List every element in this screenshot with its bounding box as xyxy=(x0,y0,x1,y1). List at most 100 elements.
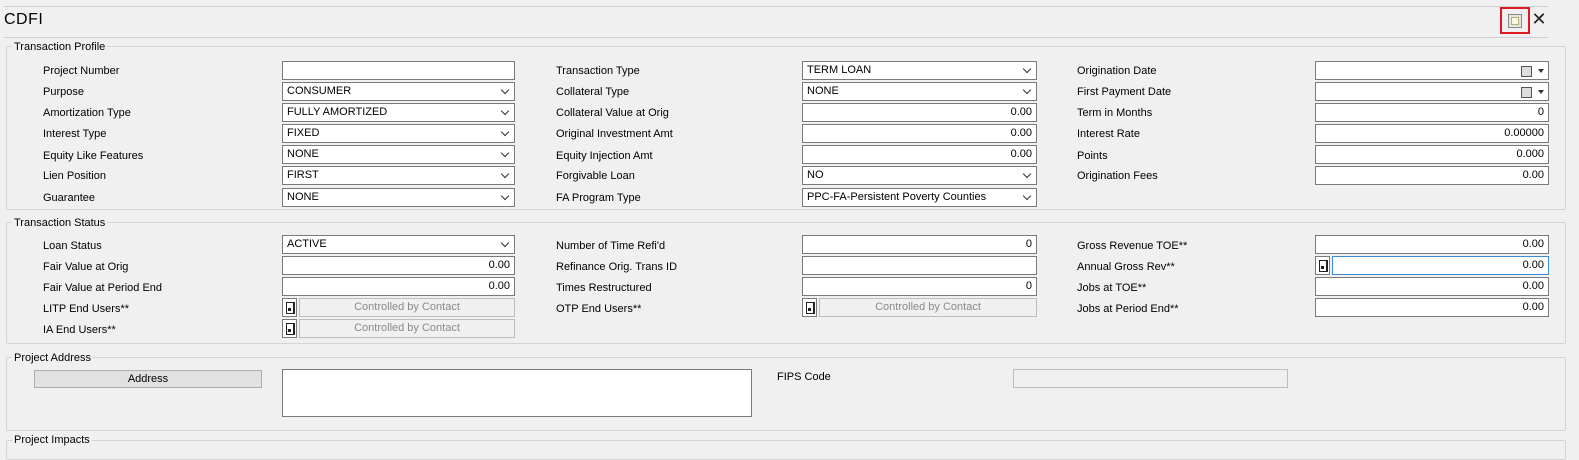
term-in-months-label: Term in Months xyxy=(1077,107,1153,119)
collateral-type-select[interactable]: NONE xyxy=(802,82,1037,101)
equity-like-features-label: Equity Like Features xyxy=(43,150,144,162)
collateral-value-field[interactable]: 0.00 xyxy=(802,103,1037,122)
app-title: CDFI xyxy=(4,11,44,28)
form-icon xyxy=(1508,14,1522,28)
chevron-down-icon xyxy=(500,238,510,248)
document-lookup-icon[interactable] xyxy=(282,298,297,317)
loan-status-label: Loan Status xyxy=(43,240,102,252)
fair-value-at-orig-label: Fair Value at Orig xyxy=(43,261,129,273)
points-label: Points xyxy=(1077,150,1108,162)
number-of-time-refid-field[interactable]: 0 xyxy=(802,235,1037,254)
term-in-months-field[interactable]: 0 xyxy=(1315,103,1549,122)
fa-program-type-label: FA Program Type xyxy=(556,192,641,204)
gross-revenue-toe-field[interactable]: 0.00 xyxy=(1315,235,1549,254)
project-address-group xyxy=(6,357,1566,431)
fips-code-field xyxy=(1013,369,1288,388)
document-lookup-icon[interactable] xyxy=(1315,256,1330,275)
collateral-type-value: NONE xyxy=(807,85,839,97)
points-field[interactable]: 0.000 xyxy=(1315,145,1549,164)
refinance-orig-trans-id-field[interactable] xyxy=(802,256,1037,275)
fa-program-type-select[interactable]: PPC-FA-Persistent Poverty Counties xyxy=(802,188,1037,207)
fair-value-period-end-label: Fair Value at Period End xyxy=(43,282,163,294)
address-button[interactable]: Address xyxy=(34,370,262,388)
transaction-status-title: Transaction Status xyxy=(12,217,108,229)
fair-value-period-end-field[interactable]: 0.00 xyxy=(282,277,515,296)
jobs-at-period-end-field[interactable]: 0.00 xyxy=(1315,298,1549,317)
annual-gross-rev-field[interactable]: 0.00 xyxy=(1332,256,1549,275)
jobs-at-toe-field[interactable]: 0.00 xyxy=(1315,277,1549,296)
origination-date-label: Origination Date xyxy=(1077,65,1157,77)
ia-end-users-field: Controlled by Contact xyxy=(299,319,515,338)
guarantee-value: NONE xyxy=(287,191,319,203)
chevron-down-icon xyxy=(1538,69,1544,73)
interest-rate-label: Interest Rate xyxy=(1077,128,1140,140)
lien-position-label: Lien Position xyxy=(43,170,106,182)
original-investment-amt-label: Original Investment Amt xyxy=(556,128,673,140)
equity-like-features-value: NONE xyxy=(287,148,319,160)
project-impacts-title: Project Impacts xyxy=(12,434,92,446)
project-number-label: Project Number xyxy=(43,65,120,77)
chevron-down-icon xyxy=(500,148,510,158)
origination-fees-field[interactable]: 0.00 xyxy=(1315,166,1549,185)
transaction-type-value: TERM LOAN xyxy=(807,64,872,76)
transaction-type-select[interactable]: TERM LOAN xyxy=(802,61,1037,80)
forgivable-loan-label: Forgivable Loan xyxy=(556,170,635,182)
loan-status-select[interactable]: ACTIVE xyxy=(282,235,515,254)
chevron-down-icon xyxy=(1022,64,1032,74)
transaction-profile-title: Transaction Profile xyxy=(12,41,108,53)
chevron-down-icon xyxy=(500,106,510,116)
document-lookup-icon[interactable] xyxy=(282,319,297,338)
toolbar-form-button[interactable] xyxy=(1500,7,1530,34)
chevron-down-icon xyxy=(1538,90,1544,94)
equity-injection-amt-field[interactable]: 0.00 xyxy=(802,145,1037,164)
jobs-at-period-end-label: Jobs at Period End** xyxy=(1077,303,1179,315)
title-bar xyxy=(4,6,1548,38)
jobs-at-toe-label: Jobs at TOE** xyxy=(1077,282,1147,294)
project-number-field[interactable] xyxy=(282,61,515,80)
times-restructured-label: Times Restructured xyxy=(556,282,652,294)
equity-like-features-select[interactable]: NONE xyxy=(282,145,515,164)
gross-revenue-toe-label: Gross Revenue TOE** xyxy=(1077,240,1188,252)
first-payment-date-picker[interactable] xyxy=(1315,82,1549,101)
fair-value-at-orig-field[interactable]: 0.00 xyxy=(282,256,515,275)
loan-status-value: ACTIVE xyxy=(287,238,327,250)
origination-date-picker[interactable] xyxy=(1315,61,1549,80)
address-textarea[interactable] xyxy=(282,369,752,417)
origination-fees-label: Origination Fees xyxy=(1077,170,1158,182)
otp-end-users-label: OTP End Users** xyxy=(556,303,642,315)
purpose-select[interactable]: CONSUMER xyxy=(282,82,515,101)
document-lookup-icon[interactable] xyxy=(802,298,817,317)
ia-end-users-label: IA End Users** xyxy=(43,324,116,336)
collateral-value-label: Collateral Value at Orig xyxy=(556,107,669,119)
chevron-down-icon xyxy=(500,191,510,201)
original-investment-amt-field[interactable]: 0.00 xyxy=(802,124,1037,143)
lien-position-value: FIRST xyxy=(287,169,319,181)
lien-position-select[interactable]: FIRST xyxy=(282,166,515,185)
forgivable-loan-select[interactable]: NO xyxy=(802,166,1037,185)
refinance-orig-trans-id-label: Refinance Orig. Trans ID xyxy=(556,261,678,273)
annual-gross-rev-label: Annual Gross Rev** xyxy=(1077,261,1175,273)
otp-end-users-field: Controlled by Contact xyxy=(819,298,1037,317)
first-payment-date-label: First Payment Date xyxy=(1077,86,1172,98)
chevron-down-icon xyxy=(1022,191,1032,201)
project-impacts-group xyxy=(6,440,1566,460)
forgivable-loan-value: NO xyxy=(807,169,824,181)
guarantee-label: Guarantee xyxy=(43,192,95,204)
amortization-type-select[interactable]: FULLY AMORTIZED xyxy=(282,103,515,122)
interest-type-value: FIXED xyxy=(287,127,320,139)
interest-type-select[interactable]: FIXED xyxy=(282,124,515,143)
amortization-type-label: Amortization Type xyxy=(43,107,131,119)
close-icon[interactable]: ✕ xyxy=(1531,10,1547,28)
interest-rate-field[interactable]: 0.00000 xyxy=(1315,124,1549,143)
times-restructured-field[interactable]: 0 xyxy=(802,277,1037,296)
guarantee-select[interactable]: NONE xyxy=(282,188,515,207)
chevron-down-icon xyxy=(500,169,510,179)
chevron-down-icon xyxy=(1022,169,1032,179)
litp-end-users-field: Controlled by Contact xyxy=(299,298,515,317)
chevron-down-icon xyxy=(500,85,510,95)
collateral-type-label: Collateral Type xyxy=(556,86,630,98)
fa-program-type-value: PPC-FA-Persistent Poverty Counties xyxy=(807,191,987,203)
calendar-icon xyxy=(1521,66,1532,77)
purpose-label: Purpose xyxy=(43,86,84,98)
project-address-title: Project Address xyxy=(12,352,94,364)
